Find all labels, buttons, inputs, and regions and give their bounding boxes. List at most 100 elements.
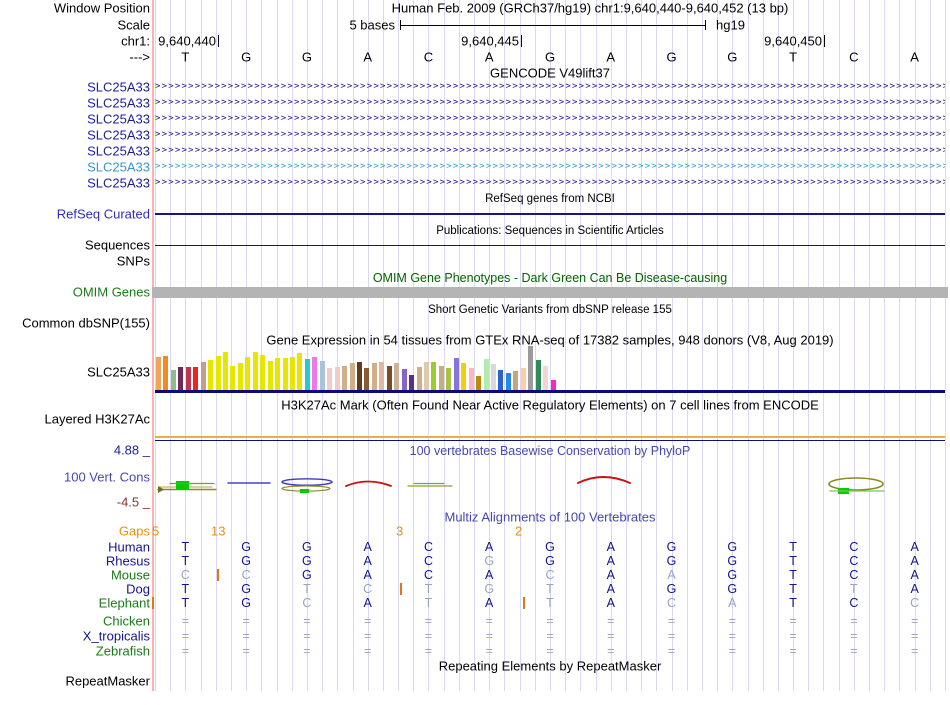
gtex-tissue-bar[interactable] [275, 358, 281, 390]
gencode-transcript-label[interactable]: SLC25A33 [87, 96, 150, 111]
gtex-tissue-bar[interactable] [364, 368, 370, 390]
species-label[interactable]: Human [108, 540, 150, 555]
gtex-tissue-bar[interactable] [424, 362, 429, 390]
gencode-transcript-label[interactable]: SLC25A33 [87, 176, 150, 191]
repeatmasker-title[interactable]: Repeating Elements by RepeatMasker [155, 659, 945, 674]
gtex-tissue-bar[interactable] [185, 367, 191, 390]
refseq-curated-line[interactable] [155, 213, 945, 215]
alignment-gap-glyph: = [728, 629, 736, 643]
gtex-tissue-bar[interactable] [215, 356, 221, 390]
gtex-tissue-bar[interactable] [260, 355, 266, 390]
sequences-line[interactable] [155, 244, 945, 246]
gencode-transcript-arrows[interactable]: >>>>>>>>>>>>>>>>>>>>>>>>>>>>>>>>>>>>>>>>… [155, 83, 945, 92]
gtex-tissue-bar[interactable] [543, 366, 549, 390]
h3k27ac-label[interactable]: Layered H3K27Ac [44, 412, 150, 427]
gencode-transcript-arrows[interactable]: >>>>>>>>>>>>>>>>>>>>>>>>>>>>>>>>>>>>>>>>… [155, 163, 945, 172]
gencode-transcript-label[interactable]: SLC25A33 [87, 160, 150, 175]
gtex-tissue-bar[interactable] [312, 357, 318, 390]
gtex-tissue-bar[interactable] [357, 362, 362, 390]
gencode-transcript-arrows[interactable]: >>>>>>>>>>>>>>>>>>>>>>>>>>>>>>>>>>>>>>>>… [155, 147, 945, 156]
gtex-tissue-bar[interactable] [491, 364, 496, 390]
gtex-tissue-bar[interactable] [349, 363, 355, 390]
gtex-tissue-bar[interactable] [342, 366, 348, 390]
gtex-tissue-bar[interactable] [468, 368, 474, 390]
gtex-tissue-bar[interactable] [319, 361, 325, 390]
gencode-track-title[interactable]: GENCODE V49lift37 [155, 66, 945, 81]
species-label[interactable]: Elephant [99, 596, 150, 611]
omim-gene-bar[interactable] [152, 287, 948, 298]
species-label[interactable]: Rhesus [106, 554, 150, 569]
gtex-tissue-bar[interactable] [409, 375, 415, 390]
phylop-track-title[interactable]: 100 vertebrates Basewise Conservation by… [155, 444, 945, 458]
species-label[interactable]: Mouse [111, 568, 150, 583]
gtex-tissue-bar[interactable] [416, 367, 422, 390]
species-label[interactable]: Chicken [103, 614, 150, 629]
gtex-tissue-bar[interactable] [334, 367, 340, 390]
gtex-tissue-bar[interactable] [461, 363, 467, 390]
gtex-tissue-bar[interactable] [431, 362, 437, 390]
gtex-tissue-bar[interactable] [528, 346, 534, 390]
gtex-tissue-bar[interactable] [535, 360, 541, 390]
gtex-gene-label[interactable]: SLC25A33 [87, 365, 150, 380]
repeatmasker-label[interactable]: RepeatMasker [65, 674, 150, 689]
gtex-tissue-bar[interactable] [550, 380, 556, 390]
gencode-transcript-arrows[interactable]: >>>>>>>>>>>>>>>>>>>>>>>>>>>>>>>>>>>>>>>>… [155, 131, 945, 140]
gtex-tissue-bar[interactable] [208, 360, 214, 390]
gtex-tissue-bar[interactable] [498, 370, 504, 390]
snps-label[interactable]: SNPs [117, 254, 150, 269]
gencode-transcript-arrows[interactable]: >>>>>>>>>>>>>>>>>>>>>>>>>>>>>>>>>>>>>>>>… [155, 99, 945, 108]
dbsnp-label[interactable]: Common dbSNP(155) [22, 316, 150, 331]
gtex-tissue-bar[interactable] [200, 362, 206, 390]
omim-genes-label[interactable]: OMIM Genes [73, 285, 150, 300]
dbsnp-track-title[interactable]: Short Genetic Variants from dbSNP releas… [155, 304, 945, 316]
gtex-tissue-bar[interactable] [252, 352, 258, 390]
gtex-tissue-bar[interactable] [520, 368, 526, 390]
gtex-tissue-bar[interactable] [170, 370, 176, 390]
refseq-ncbi-title[interactable]: RefSeq genes from NCBI [155, 193, 945, 205]
gtex-tissue-bar[interactable] [178, 367, 184, 390]
gtex-tissue-bar[interactable] [163, 356, 169, 390]
h3k27ac-track-title[interactable]: H3K27Ac Mark (Often Found Near Active Re… [155, 398, 945, 413]
gtex-tissue-bar[interactable] [245, 357, 251, 390]
multiz-track-title[interactable]: Multiz Alignments of 100 Vertebrates [155, 510, 945, 525]
gtex-tissue-bar[interactable] [297, 353, 303, 390]
gtex-tissue-bar[interactable] [401, 369, 407, 390]
gtex-tissue-bar[interactable] [156, 357, 161, 390]
gtex-track-title[interactable]: Gene Expression in 54 tissues from GTEx … [155, 333, 945, 348]
gencode-transcript-label[interactable]: SLC25A33 [87, 128, 150, 143]
gtex-tissue-bar[interactable] [193, 367, 199, 390]
gtex-tissue-bar[interactable] [304, 359, 310, 390]
gtex-tissue-bar[interactable] [267, 361, 273, 390]
publications-title[interactable]: Publications: Sequences in Scientific Ar… [155, 225, 945, 237]
gencode-transcript-label[interactable]: SLC25A33 [87, 80, 150, 95]
species-label[interactable]: Dog [126, 582, 150, 597]
species-label[interactable]: Zebrafish [96, 644, 150, 659]
gtex-tissue-bar[interactable] [386, 366, 392, 390]
species-label[interactable]: X_tropicalis [83, 629, 150, 644]
omim-track-title[interactable]: OMIM Gene Phenotypes - Dark Green Can Be… [155, 271, 945, 285]
gtex-tissue-bar[interactable] [371, 363, 377, 390]
gtex-tissue-bar[interactable] [438, 366, 444, 390]
gtex-tissue-bar[interactable] [282, 358, 288, 390]
refseq-curated-label[interactable]: RefSeq Curated [57, 207, 150, 222]
gtex-tissue-bar[interactable] [230, 366, 236, 390]
gencode-transcript-label[interactable]: SLC25A33 [87, 112, 150, 127]
gtex-tissue-bar[interactable] [223, 352, 228, 390]
gtex-tissue-bar[interactable] [476, 376, 482, 390]
gtex-tissue-bar[interactable] [505, 373, 511, 390]
gencode-transcript-arrows[interactable]: >>>>>>>>>>>>>>>>>>>>>>>>>>>>>>>>>>>>>>>>… [155, 115, 945, 124]
gtex-tissue-bar[interactable] [237, 363, 243, 390]
gtex-tissue-bar[interactable] [453, 358, 459, 390]
gtex-tissue-bar[interactable] [394, 363, 400, 390]
gtex-tissue-bar[interactable] [290, 357, 295, 390]
h3k27ac-signal-line[interactable] [155, 435, 945, 439]
gtex-tissue-bar[interactable] [379, 362, 385, 390]
gtex-tissue-bar[interactable] [483, 359, 489, 390]
gtex-tissue-bar[interactable] [327, 368, 333, 390]
gtex-tissue-bar[interactable] [513, 371, 519, 390]
gtex-tissue-bar[interactable] [446, 368, 452, 390]
gencode-transcript-arrows[interactable]: >>>>>>>>>>>>>>>>>>>>>>>>>>>>>>>>>>>>>>>>… [155, 179, 945, 188]
sequences-label[interactable]: Sequences [85, 238, 150, 253]
phylop-label[interactable]: 100 Vert. Cons [64, 470, 150, 485]
gencode-transcript-label[interactable]: SLC25A33 [87, 144, 150, 159]
